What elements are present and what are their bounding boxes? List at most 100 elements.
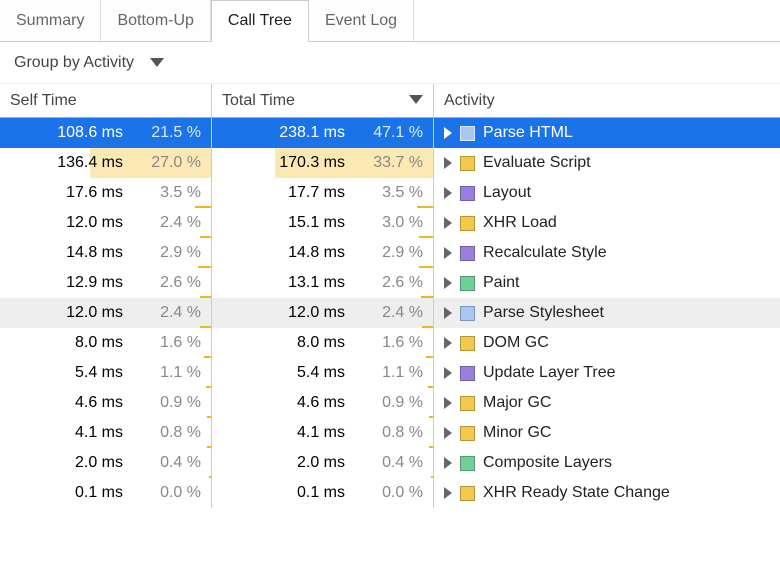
cell-activity: Minor GC [434,418,780,448]
total-time-value: 8.0 ms [255,334,345,352]
total-time-value: 4.6 ms [255,394,345,412]
disclosure-triangle-icon[interactable] [444,127,452,139]
cell-self-time: 12.0 ms2.4 % [0,298,212,328]
total-time-percent: 3.5 % [353,184,423,202]
self-time-value: 14.8 ms [33,244,123,262]
self-time-bar [200,296,211,298]
self-time-bar [200,236,211,238]
activity-color-swatch [460,336,475,351]
table-row[interactable]: 12.9 ms2.6 %13.1 ms2.6 %Paint [0,268,780,298]
disclosure-triangle-icon[interactable] [444,157,452,169]
self-time-value: 136.4 ms [33,154,123,172]
total-time-value: 0.1 ms [255,484,345,502]
self-time-percent: 1.6 % [131,334,201,352]
total-time-value: 2.0 ms [255,454,345,472]
activity-color-swatch [460,426,475,441]
self-time-percent: 27.0 % [131,154,201,172]
cell-total-time: 5.4 ms1.1 % [212,358,434,388]
table-row[interactable]: 4.6 ms0.9 %4.6 ms0.9 %Major GC [0,388,780,418]
disclosure-triangle-icon[interactable] [444,187,452,199]
self-time-percent: 1.1 % [131,364,201,382]
activity-color-swatch [460,126,475,141]
total-time-value: 17.7 ms [255,184,345,202]
total-time-value: 170.3 ms [255,154,345,172]
cell-activity: Parse Stylesheet [434,298,780,328]
cell-activity: Composite Layers [434,448,780,478]
activity-label: Major GC [483,394,551,412]
cell-self-time: 17.6 ms3.5 % [0,178,212,208]
tab-summary[interactable]: Summary [0,0,101,41]
disclosure-triangle-icon[interactable] [444,337,452,349]
cell-self-time: 5.4 ms 1.1 % [0,358,212,388]
disclosure-triangle-icon[interactable] [444,367,452,379]
activity-label: Layout [483,184,531,202]
tab-event-log[interactable]: Event Log [309,0,414,41]
disclosure-triangle-icon[interactable] [444,487,452,499]
self-time-percent: 3.5 % [131,184,201,202]
total-time-value: 12.0 ms [255,304,345,322]
self-time-value: 5.4 ms [33,364,123,382]
disclosure-triangle-icon[interactable] [444,427,452,439]
total-time-bar [419,236,433,238]
group-by-dropdown[interactable]: Group by Activity [0,42,780,84]
cell-self-time: 12.9 ms2.6 % [0,268,212,298]
table-row[interactable]: 12.0 ms2.4 %15.1 ms3.0 %XHR Load [0,208,780,238]
cell-self-time: 2.0 ms0.4 % [0,448,212,478]
self-time-bar [198,266,211,268]
activity-label: Evaluate Script [483,154,591,172]
cell-self-time: 136.4 ms 27.0 % [0,148,212,178]
cell-activity: XHR Ready State Change [434,478,780,508]
self-time-bar [204,356,211,358]
self-time-percent: 2.6 % [131,274,201,292]
cell-total-time: 2.0 ms0.4 % [212,448,434,478]
total-time-bar [417,206,433,208]
table-row[interactable]: 14.8 ms2.9 %14.8 ms2.9 %Recalculate Styl… [0,238,780,268]
self-time-value: 4.6 ms [33,394,123,412]
self-time-percent: 0.0 % [131,484,201,502]
self-time-bar [200,326,211,328]
disclosure-triangle-icon[interactable] [444,457,452,469]
activity-color-swatch [460,276,475,291]
disclosure-triangle-icon[interactable] [444,397,452,409]
activity-label: Minor GC [483,424,551,442]
activity-color-swatch [460,216,475,231]
cell-activity: Recalculate Style [434,238,780,268]
total-time-bar [419,266,433,268]
table-row[interactable]: 136.4 ms27.0 %170.3 ms33.7 %Evaluate Scr… [0,148,780,178]
disclosure-triangle-icon[interactable] [444,277,452,289]
tab-call-tree[interactable]: Call Tree [211,0,309,42]
self-time-value: 0.1 ms [33,484,123,502]
table-row[interactable]: 0.1 ms0.0 %0.1 ms0.0 %XHR Ready State Ch… [0,478,780,508]
cell-activity: DOM GC [434,328,780,358]
self-time-bar [207,446,211,448]
total-time-bar [429,446,433,448]
activity-color-swatch [460,456,475,471]
table-row[interactable]: 4.1 ms0.8 %4.1 ms0.8 %Minor GC [0,418,780,448]
self-time-value: 12.0 ms [33,214,123,232]
column-label: Activity [444,92,495,110]
activity-color-swatch [460,186,475,201]
self-time-bar [207,416,211,418]
cell-total-time: 13.1 ms2.6 % [212,268,434,298]
total-time-percent: 2.6 % [353,274,423,292]
column-header-activity[interactable]: Activity [434,84,780,117]
table-row[interactable]: 12.0 ms2.4 %12.0 ms2.4 %Parse Stylesheet [0,298,780,328]
table-row[interactable]: 2.0 ms0.4 %2.0 ms0.4 %Composite Layers [0,448,780,478]
activity-label: Parse Stylesheet [483,304,604,322]
table-row[interactable]: 5.4 ms1.1 %5.4 ms1.1 %Update Layer Tree [0,358,780,388]
column-header-self-time[interactable]: Self Time [0,84,212,117]
activity-label: DOM GC [483,334,549,352]
total-time-percent: 2.4 % [353,304,423,322]
disclosure-triangle-icon[interactable] [444,307,452,319]
self-time-percent: 0.4 % [131,454,201,472]
column-header-total-time[interactable]: Total Time [212,84,434,117]
table-row[interactable]: 8.0 ms1.6 %8.0 ms1.6 %DOM GC [0,328,780,358]
activity-color-swatch [460,486,475,501]
table-row[interactable]: 17.6 ms3.5 % 17.7 ms 3.5 % Layout [0,178,780,208]
column-label: Total Time [222,92,295,110]
self-time-value: 4.1 ms [33,424,123,442]
disclosure-triangle-icon[interactable] [444,217,452,229]
table-row[interactable]: 108.6 ms21.5 %238.1 ms47.1 %Parse HTML [0,118,780,148]
disclosure-triangle-icon[interactable] [444,247,452,259]
tab-bottom-up[interactable]: Bottom-Up [101,0,210,41]
